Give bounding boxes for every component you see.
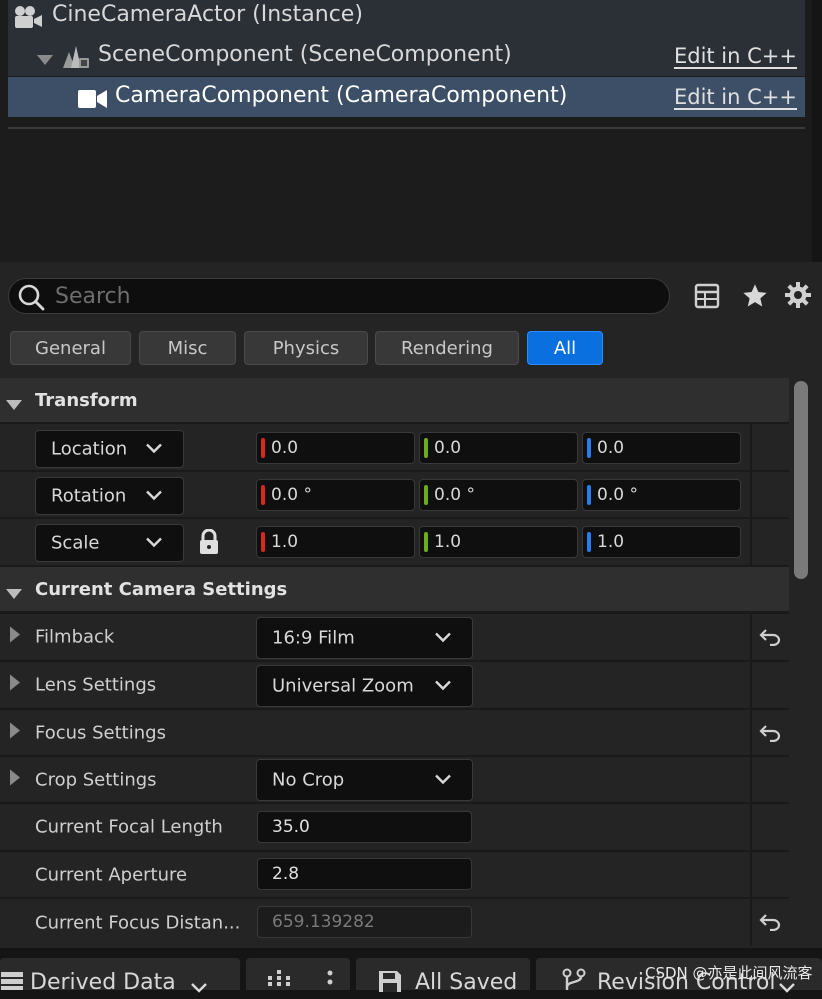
tab-rendering[interactable]: Rendering — [375, 331, 519, 365]
property-focus-settings: Focus Settings — [0, 708, 789, 755]
scene-component-label: SceneComponent (SceneComponent) — [98, 42, 512, 67]
aperture-label: Current Aperture — [35, 864, 188, 885]
edit-in-cpp-link-scene[interactable]: Edit in C++ — [674, 44, 797, 68]
star-icon[interactable] — [741, 282, 769, 315]
aperture-field[interactable]: 2.8 — [257, 858, 472, 890]
crop-settings-dropdown[interactable]: No Crop — [256, 759, 473, 801]
category-title: Transform — [35, 389, 138, 411]
scale-mode-dropdown[interactable]: Scale — [35, 524, 184, 562]
tree-row-camera-component[interactable]: CameraComponent (CameraComponent) Edit i… — [8, 77, 805, 117]
collapse-arrow-icon[interactable] — [5, 584, 23, 605]
crop-settings-label: Crop Settings — [35, 769, 157, 790]
property-filmback: Filmback 16:9 Film — [0, 612, 789, 660]
actor-label: CineCameraActor (Instance) — [52, 2, 363, 27]
scene-component-icon — [60, 42, 90, 75]
watermark-text: CSDN @亦是此间风流客 — [645, 964, 813, 982]
build-button[interactable] — [246, 958, 350, 990]
tab-physics[interactable]: Physics — [244, 331, 368, 365]
all-saved-label: All Saved — [415, 970, 518, 995]
collapse-arrow-icon[interactable] — [5, 395, 23, 416]
expand-arrow-icon[interactable] — [9, 768, 21, 791]
search-icon — [17, 283, 45, 316]
chevron-down-icon — [145, 439, 163, 460]
property-rotation: Rotation 0.0 ° 0.0 ° 0.0 ° — [0, 470, 789, 517]
search-input[interactable] — [55, 279, 655, 313]
location-x-field[interactable]: 0.0 — [256, 432, 415, 464]
location-z-field[interactable]: 0.0 — [582, 432, 741, 464]
scale-z-field[interactable]: 1.0 — [582, 526, 741, 558]
tab-all[interactable]: All — [527, 331, 603, 365]
save-icon — [378, 970, 402, 997]
property-crop-settings: Crop Settings No Crop — [0, 755, 789, 802]
chevron-down-icon — [145, 486, 163, 507]
tree-row-scene-component[interactable]: SceneComponent (SceneComponent) Edit in … — [8, 36, 805, 76]
derived-data-icon — [1, 972, 23, 995]
actor-camera-icon — [13, 4, 43, 35]
property-lens-settings: Lens Settings Universal Zoom — [0, 660, 789, 708]
location-y-field[interactable]: 0.0 — [419, 432, 578, 464]
location-mode-dropdown[interactable]: Location — [35, 430, 184, 468]
derived-data-label: Derived Data — [30, 970, 176, 995]
expand-arrow-icon[interactable] — [9, 626, 21, 649]
tree-row-actor[interactable]: CineCameraActor (Instance) — [8, 0, 805, 36]
chevron-down-icon — [434, 628, 452, 649]
chevron-down-icon — [434, 676, 452, 697]
gear-icon[interactable] — [784, 281, 812, 314]
expand-arrow-icon[interactable] — [9, 674, 21, 697]
property-scale: Scale 1.0 1.0 1.0 — [0, 517, 789, 565]
category-title: Current Camera Settings — [35, 578, 288, 600]
edit-in-cpp-link-camera[interactable]: Edit in C++ — [674, 85, 797, 109]
lens-settings-label: Lens Settings — [35, 674, 157, 696]
category-current-camera-settings[interactable]: Current Camera Settings — [0, 567, 789, 611]
filmback-label: Filmback — [35, 626, 115, 648]
tab-misc[interactable]: Misc — [139, 331, 236, 365]
scale-y-field[interactable]: 1.0 — [419, 526, 578, 558]
property-location: Location 0.0 0.0 0.0 — [0, 422, 789, 470]
search-box[interactable] — [8, 278, 670, 314]
tree-divider — [8, 127, 805, 129]
reset-to-default-icon[interactable] — [759, 724, 781, 747]
chevron-down-icon — [190, 978, 208, 999]
property-current-focal-length: Current Focal Length 35.0 — [0, 802, 789, 850]
branch-icon — [562, 968, 586, 995]
rotation-mode-dropdown[interactable]: Rotation — [35, 477, 184, 515]
lock-icon[interactable] — [198, 528, 220, 560]
chevron-down-icon — [145, 533, 163, 554]
expand-arrow-icon[interactable] — [9, 721, 21, 744]
reset-to-default-icon[interactable] — [759, 913, 781, 936]
focus-distance-field: 659.139282 — [257, 906, 472, 938]
focal-length-field[interactable]: 35.0 — [257, 811, 472, 843]
collapse-arrow-icon[interactable] — [36, 50, 54, 71]
table-view-icon[interactable] — [694, 283, 720, 314]
category-transform[interactable]: Transform — [0, 378, 789, 422]
rotation-x-field[interactable]: 0.0 ° — [256, 479, 415, 511]
property-current-aperture: Current Aperture 2.8 — [0, 850, 789, 897]
reset-to-default-icon[interactable] — [759, 628, 781, 651]
property-list: Transform Location 0.0 0.0 0.0 Rotation … — [0, 378, 789, 946]
focus-distance-label: Current Focus Distan... — [35, 912, 241, 933]
component-tree: CineCameraActor (Instance) SceneComponen… — [0, 0, 812, 262]
build-grid-icon[interactable] — [268, 970, 292, 995]
focal-length-label: Current Focal Length — [35, 816, 223, 838]
rotation-y-field[interactable]: 0.0 ° — [419, 479, 578, 511]
scale-x-field[interactable]: 1.0 — [256, 526, 415, 558]
filmback-dropdown[interactable]: 16:9 Film — [256, 617, 473, 659]
tab-general[interactable]: General — [10, 331, 131, 365]
scrollbar-thumb[interactable] — [794, 381, 808, 579]
focus-settings-label: Focus Settings — [35, 722, 166, 743]
chevron-down-icon — [434, 770, 452, 791]
camera-component-label: CameraComponent (CameraComponent) — [115, 83, 568, 108]
video-camera-icon — [78, 89, 108, 114]
lens-settings-dropdown[interactable]: Universal Zoom — [256, 665, 473, 707]
property-current-focus-distance: Current Focus Distan... 659.139282 — [0, 897, 789, 946]
more-options-icon[interactable] — [327, 970, 333, 995]
rotation-z-field[interactable]: 0.0 ° — [582, 479, 741, 511]
